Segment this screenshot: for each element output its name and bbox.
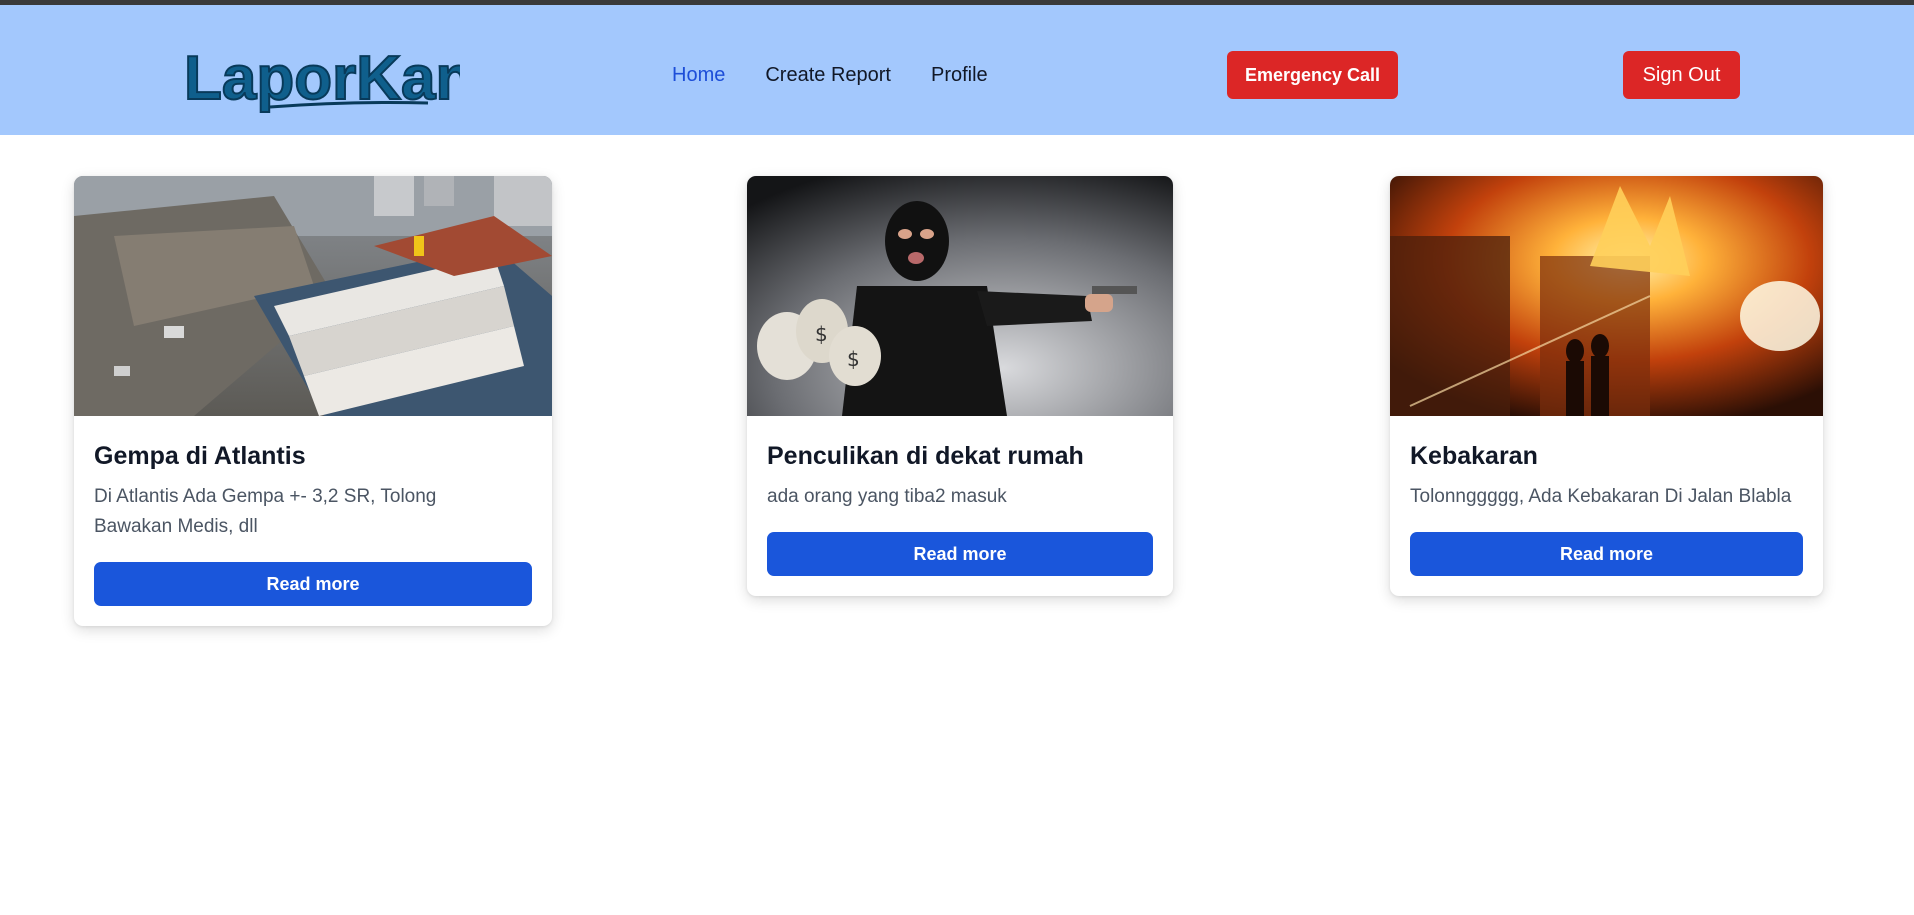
logo[interactable]: LaporKan! — [180, 37, 460, 117]
main-nav: Home Create Report Profile — [672, 58, 988, 92]
svg-text:$: $ — [815, 322, 828, 346]
card-image-fire[interactable] — [1390, 176, 1823, 416]
report-card: Kebakaran Tolonnggggg, Ada Kebakaran Di … — [1390, 176, 1823, 596]
card-image-robbery[interactable]: $ $ — [747, 176, 1173, 416]
report-card: Gempa di Atlantis Di Atlantis Ada Gempa … — [74, 176, 552, 626]
nav-home[interactable]: Home — [672, 64, 725, 87]
navbar: LaporKan! Home Create Report Profile Eme… — [0, 5, 1914, 135]
read-more-button[interactable]: Read more — [767, 532, 1153, 576]
card-image-earthquake[interactable] — [74, 176, 552, 416]
nav-profile[interactable]: Profile — [931, 64, 988, 87]
report-card: $ $ Penculikan di dekat rumah ada orang … — [747, 176, 1173, 596]
card-description: ada orang yang tiba2 masuk — [767, 486, 1007, 507]
card-title: Kebakaran — [1410, 442, 1538, 470]
card-title: Gempa di Atlantis — [94, 442, 306, 470]
svg-text:$: $ — [847, 347, 860, 371]
card-description: Di Atlantis Ada Gempa +- 3,2 SR, Tolong … — [94, 486, 437, 537]
card-description: Tolonnggggg, Ada Kebakaran Di Jalan Blab… — [1410, 486, 1792, 507]
emergency-call-button[interactable]: Emergency Call — [1227, 51, 1398, 99]
sign-out-button[interactable]: Sign Out — [1623, 51, 1740, 99]
nav-create-report[interactable]: Create Report — [765, 64, 891, 87]
card-title: Penculikan di dekat rumah — [767, 442, 1084, 470]
read-more-button[interactable]: Read more — [94, 562, 532, 606]
read-more-button[interactable]: Read more — [1410, 532, 1803, 576]
